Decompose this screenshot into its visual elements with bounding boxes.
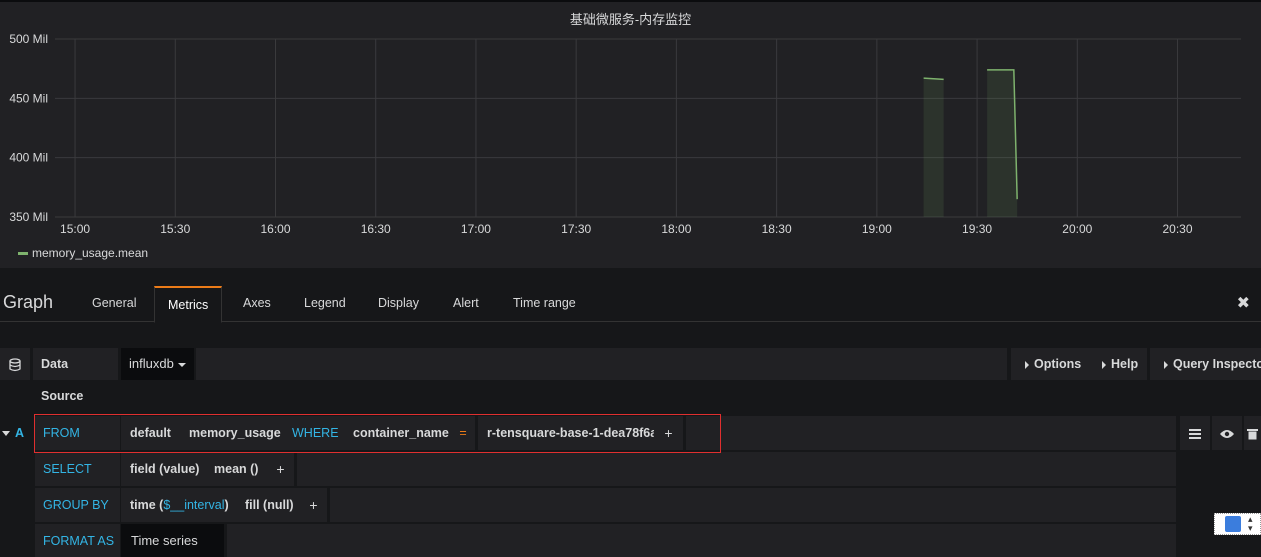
tab-axes[interactable]: Axes xyxy=(230,286,284,322)
caret-right-icon xyxy=(1164,360,1168,369)
group-by-time-variable: $__interval xyxy=(163,498,225,512)
x-tick-label: 19:30 xyxy=(962,222,992,236)
select-function[interactable]: mean () xyxy=(205,452,268,486)
tag-value[interactable]: r-tensquare-base-1-dea78f6a xyxy=(478,416,667,450)
help-button[interactable]: Help xyxy=(1090,348,1147,380)
x-tick-label: 19:00 xyxy=(862,222,892,236)
tab-display[interactable]: Display xyxy=(365,286,432,322)
chart: 500 Mil450 Mil400 Mil350 Mil 15:00 15:30 1… xyxy=(9,32,1241,236)
datasource-select[interactable]: influxdb xyxy=(121,348,194,380)
spinner-arrows-icon: ▴ ▾ xyxy=(1248,514,1253,533)
datasource-value: influxdb xyxy=(129,356,174,371)
help-label: Help xyxy=(1111,357,1139,371)
eye-icon[interactable] xyxy=(1212,416,1242,450)
legend[interactable]: memory_usage.mean xyxy=(18,246,148,260)
database-icon xyxy=(0,348,30,380)
measurement[interactable]: memory_usage xyxy=(180,416,290,450)
group-by-keyword: GROUP BY xyxy=(35,488,120,522)
datasource-label: Data Source xyxy=(33,348,118,403)
trash-icon[interactable] xyxy=(1244,416,1261,450)
format-as-value: Time series xyxy=(131,533,198,548)
floating-widget[interactable]: ▴ ▾ xyxy=(1214,513,1261,535)
x-axis-ticks: 15:00 15:30 16:00 16:30 17:00 17:30 18:00 18:30… xyxy=(60,222,1193,236)
where-keyword: WHERE xyxy=(283,416,348,450)
x-tick-label: 17:00 xyxy=(461,222,491,236)
x-tick-label: 16:00 xyxy=(260,222,290,236)
format-as-select[interactable]: Time series xyxy=(121,524,224,557)
format-as-keyword: FORMAT AS xyxy=(35,524,120,557)
x-tick-label: 15:30 xyxy=(160,222,190,236)
chart-grid xyxy=(55,38,1241,218)
format-as-row-filler xyxy=(227,524,1176,557)
close-icon[interactable]: ✖ xyxy=(1237,293,1250,313)
caret-right-icon xyxy=(1102,360,1106,369)
add-where-button[interactable]: + xyxy=(654,416,683,450)
tab-general[interactable]: General xyxy=(79,286,149,322)
menu-icon[interactable] xyxy=(1180,416,1210,450)
tag-key[interactable]: container_name xyxy=(344,416,458,450)
person-icon xyxy=(1225,516,1241,532)
query-inspector-label: Query Inspector xyxy=(1173,357,1261,371)
x-tick-label: 15:00 xyxy=(60,222,90,236)
group-by-fill[interactable]: fill (null) xyxy=(236,488,303,522)
x-tick-label: 20:00 xyxy=(1062,222,1092,236)
tab-legend[interactable]: Legend xyxy=(291,286,359,322)
add-select-button[interactable]: + xyxy=(267,452,294,486)
y-tick-label: 400 Mil xyxy=(9,151,48,165)
y-tick-label: 500 Mil xyxy=(9,32,48,46)
add-group-by-button[interactable]: + xyxy=(300,488,327,522)
group-by-time-prefix: time ( xyxy=(130,498,164,512)
series-area xyxy=(987,69,1018,217)
group-by-time-suffix: ) xyxy=(224,498,229,512)
y-axis-ticks: 500 Mil 450 Mil 400 Mil 350 Mil xyxy=(9,32,48,224)
tab-time-range[interactable]: Time range xyxy=(500,286,589,322)
chart-series xyxy=(923,69,1018,217)
group-by-time[interactable]: time ($__interval) xyxy=(121,488,238,522)
from-row-filler xyxy=(686,416,1176,450)
query-inspector-button[interactable]: Query Inspector xyxy=(1150,348,1261,380)
editor-tab-bar: Graph General Metrics Axes Legend Displa… xyxy=(0,268,1261,323)
x-tick-label: 18:30 xyxy=(762,222,792,236)
grafana-panel-editor: 基础微服务-内存监控 500 Mil 450 Mil 400 Mil 350 Mil … xyxy=(0,0,1261,557)
x-tick-label: 18:00 xyxy=(661,222,691,236)
from-keyword: FROM xyxy=(35,416,120,450)
format-as-row: FORMAT AS Time series xyxy=(0,524,1261,557)
options-label: Options xyxy=(1034,357,1082,371)
select-keyword: SELECT xyxy=(35,452,120,486)
tab-metrics[interactable]: Metrics xyxy=(154,286,223,323)
select-field[interactable]: field (value) xyxy=(121,452,209,486)
x-tick-label: 16:30 xyxy=(361,222,391,236)
graph-panel: 基础微服务-内存监控 500 Mil 450 Mil 400 Mil 350 Mil … xyxy=(0,0,1261,268)
editor-title: Graph xyxy=(3,292,54,312)
chevron-down-icon xyxy=(177,362,186,367)
group-by-row: GROUP BY time ($__interval) fill (null) … xyxy=(0,488,1261,522)
from-row: FROM default memory_usage WHERE containe… xyxy=(0,416,1261,450)
y-tick-label: 450 Mil xyxy=(9,91,48,105)
datasource-filler xyxy=(196,348,1007,380)
datasource-row: Data Source influxdb Options Help Query … xyxy=(0,348,1261,403)
tab-alert[interactable]: Alert xyxy=(440,286,492,322)
panel-editor: Graph General Metrics Axes Legend Displa… xyxy=(0,268,1261,557)
legend-swatch xyxy=(18,251,28,255)
y-tick-label: 350 Mil xyxy=(9,210,48,224)
series-area xyxy=(923,78,944,217)
x-tick-label: 17:30 xyxy=(561,222,591,236)
options-button[interactable]: Options xyxy=(1011,348,1097,380)
x-tick-label: 20:30 xyxy=(1163,222,1193,236)
group-by-row-filler xyxy=(330,488,1176,522)
legend-series-name[interactable]: memory_usage.mean xyxy=(32,246,148,260)
select-row: SELECT field (value) mean () + xyxy=(0,452,1261,486)
caret-right-icon xyxy=(1025,360,1029,369)
select-row-filler xyxy=(297,452,1176,486)
retention-policy[interactable]: default xyxy=(121,416,180,450)
tag-operator[interactable]: = xyxy=(451,416,475,450)
